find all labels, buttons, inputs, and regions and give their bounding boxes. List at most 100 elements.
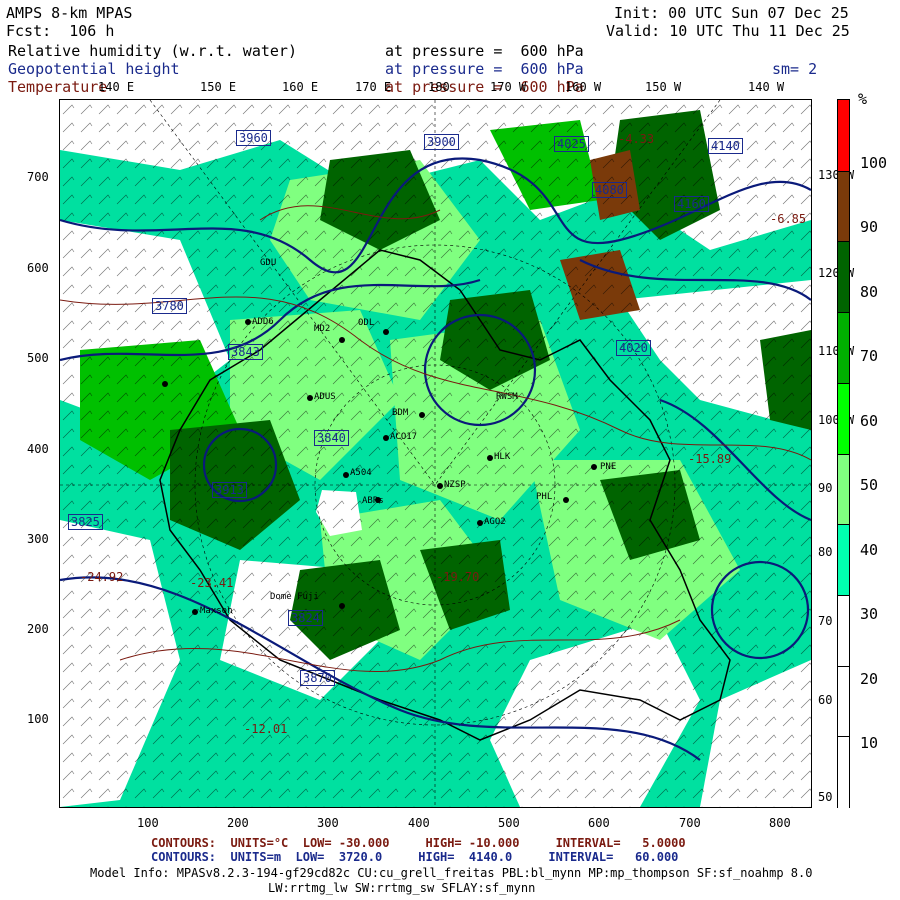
model-info: Model Info: MPASv8.2.3-194-gf29cd82c CU:… xyxy=(90,866,813,880)
x-tick-label: 100 xyxy=(137,816,159,830)
field-rh-name: Relative humidity (w.r.t. water) xyxy=(8,42,297,60)
height-box: 3913 xyxy=(212,482,247,498)
colorbar-segment xyxy=(838,170,849,243)
init-time: Init: 00 UTC Sun 07 Dec 25 xyxy=(614,4,849,22)
height-box: 3840 xyxy=(314,430,349,446)
lon-top-label: 170 W xyxy=(490,80,527,94)
colorbar-label: 60 xyxy=(860,412,879,430)
model-info-physics: LW:rrtmg_lw SW:rrtmg_sw SFLAY:sf_mynn xyxy=(268,881,536,895)
colorbar-segment xyxy=(838,312,849,384)
field-height-level: at pressure = 600 hPa xyxy=(385,60,584,78)
x-tick-label: 500 xyxy=(498,816,520,830)
station-label: ADD6 xyxy=(252,317,274,327)
station-label: HLK xyxy=(494,452,511,462)
height-box: 3843 xyxy=(228,344,263,360)
colorbar-label: 40 xyxy=(860,541,879,559)
height-box: 3824 xyxy=(288,610,323,626)
station-label: ABRs xyxy=(362,496,384,506)
station-label: BDM xyxy=(392,408,409,418)
y-tick-label: 200 xyxy=(27,622,49,636)
station-label: NZSP xyxy=(444,480,466,490)
lon-top-label: 150 E xyxy=(200,80,237,94)
height-box: 4160 xyxy=(674,196,709,212)
height-box: 4020 xyxy=(616,340,651,356)
x-tick-label: 300 xyxy=(317,816,339,830)
x-tick-label: 700 xyxy=(679,816,701,830)
y-tick-label: 300 xyxy=(27,532,49,546)
height-box: 4080 xyxy=(592,182,627,198)
x-tick-label: 600 xyxy=(588,816,610,830)
model-title: AMPS 8-km MPAS xyxy=(6,4,133,22)
lon-top-label: 160 W xyxy=(565,80,602,94)
station-label: Dome Fuji xyxy=(270,592,319,602)
map-panel: GDU ADD6 MD2 ODL ADUS BDM ACO17 A504 NZS… xyxy=(59,99,812,808)
valid-time: Valid: 10 UTC Thu 11 Dec 25 xyxy=(606,22,850,40)
lon-top-label: 160 E xyxy=(282,80,319,94)
temp-label: -24.92 xyxy=(80,570,124,584)
lon-top-label: 140 W xyxy=(748,80,785,94)
station-label: PHL xyxy=(536,492,553,502)
colorbar-label: 50 xyxy=(860,476,879,494)
temp-label: -6.85 xyxy=(770,212,807,226)
colorbar-label: 30 xyxy=(860,605,879,623)
colorbar-unit: % xyxy=(858,90,868,108)
x-tick-label: 400 xyxy=(408,816,430,830)
field-rh-level: at pressure = 600 hPa xyxy=(385,42,584,60)
lon-top-label: 180 xyxy=(428,80,450,94)
colorbar-label: 80 xyxy=(860,283,879,301)
colorbar-segment xyxy=(838,594,849,667)
x-tick-label: 200 xyxy=(227,816,249,830)
x-tick-label: 800 xyxy=(769,816,791,830)
y-tick-label: 500 xyxy=(27,351,49,365)
height-box: 3780 xyxy=(152,298,187,314)
station-label: GDU xyxy=(260,258,277,268)
station-label: A504 xyxy=(350,468,372,478)
station-label: ADUS xyxy=(314,392,336,402)
y-tick-label: 700 xyxy=(27,170,49,184)
station-label: Maxson xyxy=(200,606,233,616)
lon-top-label: 170 E xyxy=(355,80,392,94)
temp-label: -23.41 xyxy=(190,576,234,590)
smoothing-label: sm= 2 xyxy=(772,60,818,78)
y-tick-label: 400 xyxy=(27,442,49,456)
colorbar-segment xyxy=(838,524,849,596)
height-box: 3825 xyxy=(68,514,103,530)
station-label: MD2 xyxy=(314,324,331,334)
field-temp-level: at pressure = 600 hPa xyxy=(385,78,584,96)
temp-label: -12.01 xyxy=(244,722,288,736)
colorbar-label: 70 xyxy=(860,347,879,365)
temp-label: -15.89 xyxy=(688,452,732,466)
colorbar-segment xyxy=(838,736,849,808)
height-box: 3900 xyxy=(424,134,459,150)
colorbar-label: 20 xyxy=(860,670,879,688)
colorbar-label: 90 xyxy=(860,218,879,236)
station-label: RWSM xyxy=(496,392,518,402)
height-box: 3870 xyxy=(300,670,335,686)
y-tick-label: 100 xyxy=(27,712,49,726)
height-box: 4025 xyxy=(554,136,589,152)
station-label: ODL xyxy=(358,318,375,328)
forecast-hour: Fcst: 106 h xyxy=(6,22,115,40)
y-tick-label: 600 xyxy=(27,261,49,275)
colorbar-segment xyxy=(838,100,849,171)
colorbar-segment xyxy=(838,453,849,526)
colorbar-segment xyxy=(838,665,849,738)
colorbar-label: 100 xyxy=(860,154,888,172)
height-box: 4140 xyxy=(708,138,743,154)
colorbar-segment xyxy=(838,241,849,314)
lon-top-label: 150 W xyxy=(645,80,682,94)
station-label: ACO17 xyxy=(390,432,418,442)
colorbar-label: 10 xyxy=(860,734,879,752)
station-label: PNE xyxy=(600,462,617,472)
station-label: AGO2 xyxy=(484,517,506,527)
colorbar-segment xyxy=(838,382,849,455)
temp-label: -4.33 xyxy=(618,132,655,146)
lon-top-label: 140 E xyxy=(98,80,135,94)
height-box: 3960 xyxy=(236,130,271,146)
temperature-contour-info: CONTOURS: UNITS=°C LOW= -30.000 HIGH= -1… xyxy=(151,836,686,850)
height-contour-info: CONTOURS: UNITS=m LOW= 3720.0 HIGH= 4140… xyxy=(151,850,679,864)
field-height-name: Geopotential height xyxy=(8,60,180,78)
rh-colorbar xyxy=(837,99,850,808)
temp-label: -19.70 xyxy=(436,570,480,584)
field-temp-name: Temperature xyxy=(8,78,108,96)
